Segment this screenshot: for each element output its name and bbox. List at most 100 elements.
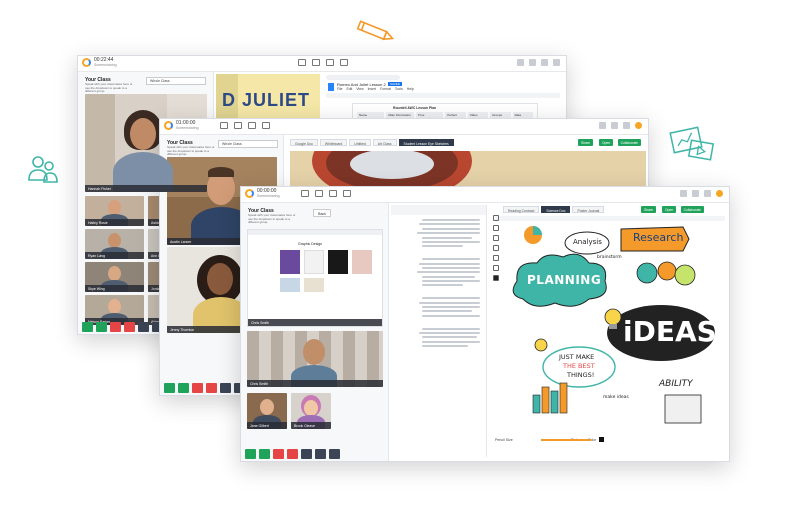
timer-icon (164, 121, 173, 130)
student-video-tile[interactable]: Hailey Rosie (85, 196, 144, 226)
doc-menu-item[interactable]: Tools (395, 87, 403, 91)
back-button[interactable]: Back (313, 209, 331, 217)
share-button[interactable] (110, 322, 121, 332)
doc-toolbar[interactable] (391, 205, 486, 215)
chat-icon[interactable] (329, 190, 337, 197)
doc-menu-item[interactable]: Edit (346, 87, 352, 91)
settings-icon[interactable] (611, 122, 618, 129)
grid-icon[interactable] (312, 59, 320, 66)
help-icon[interactable] (541, 59, 548, 66)
whiteboard-toolbar[interactable] (495, 216, 725, 221)
settings-button[interactable] (301, 449, 312, 459)
sharing-icon[interactable] (220, 122, 228, 129)
doc-menu-item[interactable]: View (356, 87, 363, 91)
mic-button[interactable] (259, 449, 270, 459)
camera-button[interactable] (245, 449, 256, 459)
open-button[interactable]: Open (599, 139, 614, 146)
content-tab[interactable]: Science Doc (541, 206, 571, 213)
share-button[interactable]: Share (641, 206, 657, 213)
sharing-icon[interactable] (301, 190, 309, 197)
content-tab[interactable]: Poster Journal (572, 206, 605, 213)
banner-text: D JULIET (222, 90, 311, 110)
shared-screen[interactable]: Graphic Design Chris Smith (247, 229, 383, 327)
content-tab[interactable]: Student Lesson Eye Sketches (398, 139, 454, 146)
doc-toolbar[interactable] (326, 93, 560, 98)
collaborate-button[interactable]: Collaborate (617, 139, 641, 146)
text-tool-icon[interactable] (493, 245, 499, 251)
people-icon[interactable] (340, 59, 348, 66)
notification-icon[interactable] (716, 190, 723, 197)
camera-button[interactable] (82, 322, 93, 332)
people-icon[interactable] (343, 190, 351, 197)
grid-icon[interactable] (315, 190, 323, 197)
settings-icon[interactable] (529, 59, 536, 66)
student-video-tile[interactable]: Skye Wing (85, 262, 144, 292)
color-swatch[interactable] (599, 437, 604, 442)
doc-menu-item[interactable]: File (337, 87, 342, 91)
settings-button[interactable] (220, 383, 231, 393)
help-icon[interactable] (623, 122, 630, 129)
content-tab[interactable]: Art Class (372, 139, 397, 146)
mic-button[interactable] (96, 322, 107, 332)
search-bar[interactable] (326, 75, 400, 80)
share-button[interactable] (273, 449, 284, 459)
record-icon[interactable] (680, 190, 687, 197)
layout-icon[interactable] (553, 59, 560, 66)
eraser-tool-icon[interactable] (493, 225, 499, 231)
hand-button[interactable] (287, 449, 298, 459)
hand-button[interactable] (206, 383, 217, 393)
share-actions: Share Open Collaborate (641, 206, 727, 214)
sketch-brainstorm: brainstorm (597, 255, 622, 260)
share-button[interactable] (192, 383, 203, 393)
hand-button[interactable] (124, 322, 135, 332)
video-tile-1[interactable]: Chris Smith (247, 331, 383, 387)
pencil-size-slider[interactable] (541, 439, 591, 441)
shape-tool-icon[interactable] (493, 235, 499, 241)
text-document[interactable] (391, 205, 487, 457)
whiteboard-canvas[interactable]: Research Analysis brainstorm PLANNING iD… (505, 223, 727, 435)
people-icon[interactable] (262, 122, 270, 129)
select-tool-icon[interactable] (493, 255, 499, 261)
people-doodle-icon (28, 156, 58, 183)
class-sidebar: Your Class Speak with your classmates he… (241, 203, 389, 461)
video-tile-name: Brook Cleave (291, 422, 331, 429)
sharing-icon[interactable] (298, 59, 306, 66)
session-timer: 00:00:00 Screensharing (245, 189, 280, 198)
record-icon[interactable] (517, 59, 524, 66)
open-button[interactable]: Open (662, 206, 677, 213)
timer-icon (245, 189, 254, 198)
more-button[interactable] (329, 449, 340, 459)
sketch-the-best: THE BEST (563, 362, 595, 370)
video-tile-3[interactable]: Brook Cleave (291, 393, 331, 429)
doc-menu-item[interactable]: Insert (368, 87, 376, 91)
mic-button[interactable] (178, 383, 189, 393)
chat-icon[interactable] (248, 122, 256, 129)
group-select[interactable]: Whole Class (218, 140, 278, 148)
student-video-tile[interactable]: Ryan Lang (85, 229, 144, 259)
doc-menu-item[interactable]: Help (407, 87, 414, 91)
group-select[interactable]: Whole Class (146, 77, 206, 85)
record-icon[interactable] (599, 122, 606, 129)
chat-icon[interactable] (326, 59, 334, 66)
settings-button[interactable] (138, 322, 149, 332)
camera-button[interactable] (164, 383, 175, 393)
toolbar-icons (220, 122, 270, 129)
doc-menu-item[interactable]: Format (380, 87, 391, 91)
grid-icon[interactable] (234, 122, 242, 129)
color-tool-icon[interactable] (493, 275, 499, 281)
right-toolbar (680, 190, 723, 197)
settings-icon[interactable] (692, 190, 699, 197)
leave-button[interactable] (315, 449, 326, 459)
collaborate-button[interactable]: Collaborate (680, 206, 704, 213)
content-tab[interactable]: Google Doc (290, 139, 318, 146)
sidebar-description: Speak with your classmates here or use t… (167, 145, 215, 157)
pen-tool-icon[interactable] (493, 215, 499, 221)
share-button[interactable]: Share (578, 139, 594, 146)
content-tab[interactable]: Reading Contract (503, 206, 540, 213)
help-icon[interactable] (704, 190, 711, 197)
content-tab[interactable]: Untitled (349, 139, 371, 146)
content-tab[interactable]: Whiteboard (319, 139, 348, 146)
video-tile-2[interactable]: Jane Gilbert (247, 393, 287, 429)
notification-icon[interactable] (635, 122, 642, 129)
image-tool-icon[interactable] (493, 265, 499, 271)
